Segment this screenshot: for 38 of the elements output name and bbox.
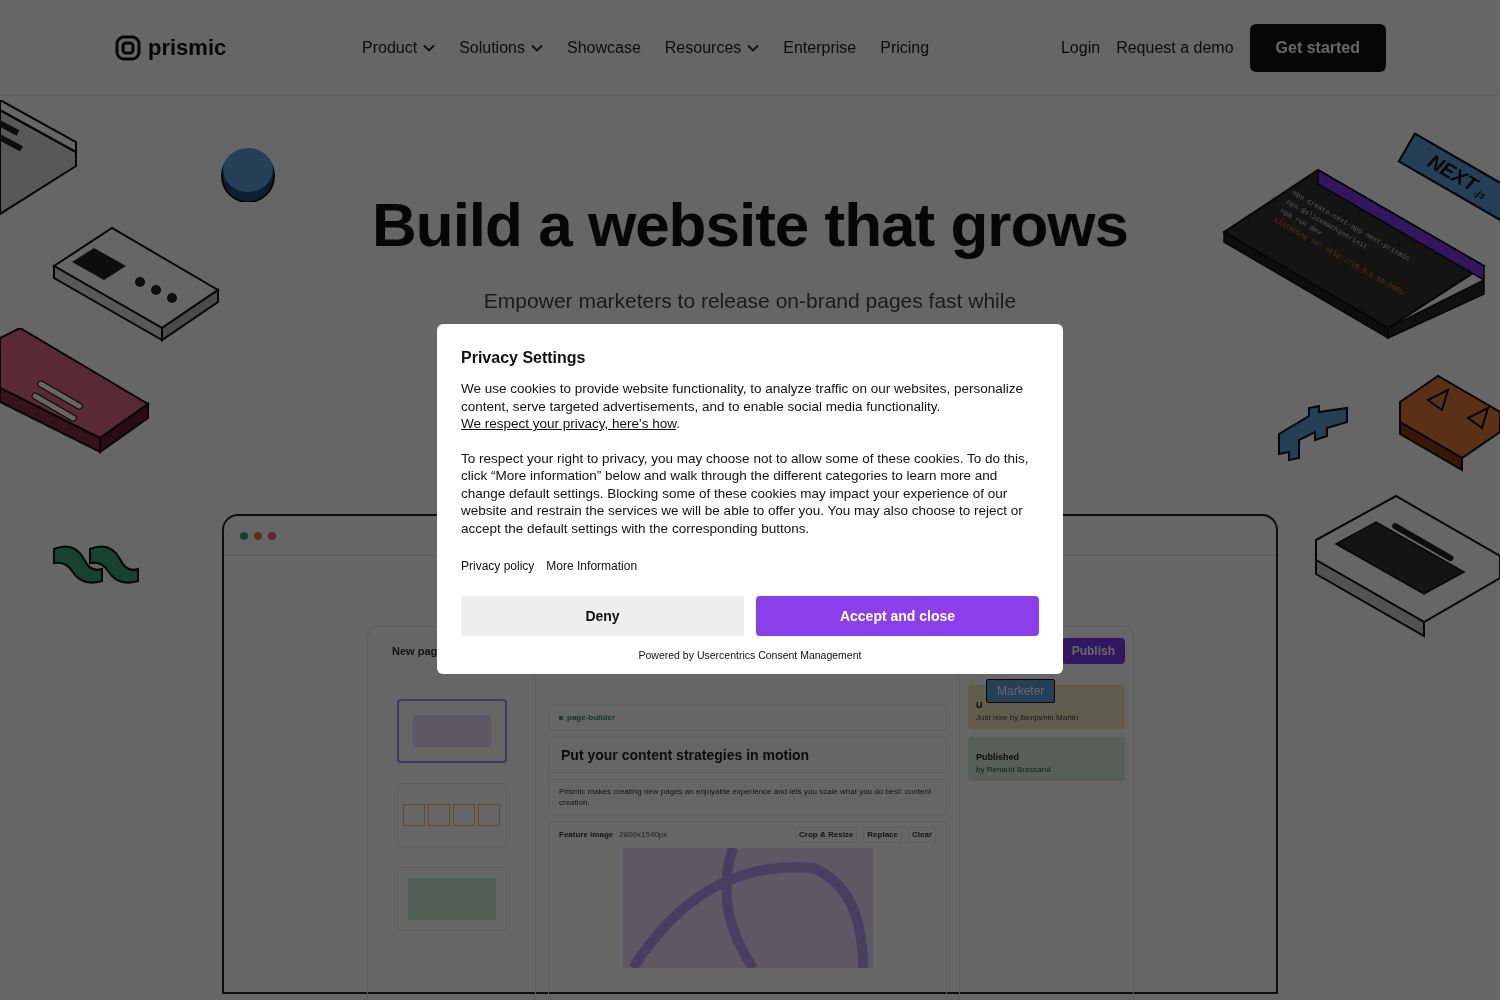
status-title: U bbox=[976, 698, 984, 712]
request-demo-link[interactable]: Request a demo bbox=[1116, 35, 1234, 60]
nav-link[interactable]: Product bbox=[362, 35, 436, 60]
description-text: Prismic makes creating new pages an enjoyable experience and lets you scale what you do best: content creation. bbox=[559, 786, 933, 808]
nav-link[interactable]: Solutions bbox=[459, 35, 543, 60]
logo-icon bbox=[114, 33, 142, 62]
logo-text[interactable]: prismic bbox=[148, 31, 227, 64]
nav-link[interactable]: Pricing bbox=[880, 35, 930, 60]
publish-button[interactable]: Publish bbox=[1061, 638, 1125, 664]
privacy-paragraph: To respect your right to privacy, you may choose not to allow some of these cookies. To do this, click “More information” below and walk through the different categories to learn more and change default settings. Blocking some of these cookies may impact your experience of our website and restrain the services we will be able to offer you. You may also choose to reject or accept the default settings with the corresponding buttons. bbox=[461, 449, 1030, 537]
footer-link[interactable]: More Information bbox=[546, 557, 638, 575]
footer-link[interactable]: Privacy policy bbox=[461, 557, 535, 575]
nav-link[interactable]: Resources bbox=[664, 35, 760, 60]
tag-label: page-builder bbox=[567, 712, 615, 724]
status-detail: by Renaud Bressand bbox=[976, 764, 1052, 776]
ball-drawing bbox=[220, 146, 276, 202]
get-started-button[interactable]: Get started bbox=[1249, 23, 1386, 72]
deny-button[interactable]: Deny bbox=[461, 596, 744, 636]
nav-link[interactable]: Showcase bbox=[566, 35, 641, 60]
status-title: Published bbox=[976, 750, 1020, 764]
image-size: 2800x1540px bbox=[619, 829, 668, 841]
privacy-paragraph: We use cookies to provide website functionality, to analyze traffic on our websites, personalize content, serve targeted advertisements, and to enable social media functionality. We respect your privacy, here's how. bbox=[461, 380, 1025, 433]
page-title: New pag bbox=[392, 643, 438, 659]
image-action-button[interactable]: Clear bbox=[908, 827, 936, 843]
image-action-button[interactable]: Replace bbox=[863, 827, 902, 843]
nav-link[interactable]: Enterprise bbox=[783, 35, 857, 60]
powered-by-text: Powered by Usercentrics Consent Management bbox=[637, 648, 863, 663]
dialog-title: Privacy Settings bbox=[461, 348, 587, 368]
accept-button[interactable]: Accept and close bbox=[756, 596, 1039, 636]
login-link[interactable]: Login bbox=[1060, 35, 1101, 60]
image-action-button[interactable]: Crop & Resize bbox=[795, 827, 858, 843]
cursor-label: Marketer bbox=[986, 679, 1056, 703]
status-detail: Just now by Benjamin Martin bbox=[976, 712, 1080, 724]
slice-thumbnail[interactable] bbox=[396, 699, 507, 763]
field-label: Feature image bbox=[559, 829, 614, 841]
hero-subtitle: Empower marketers to release on-brand pages fast while bbox=[483, 288, 1017, 314]
heading-text: Put your content strategies in motion bbox=[561, 745, 810, 765]
hero-title: Build a website that grows bbox=[372, 190, 1128, 260]
